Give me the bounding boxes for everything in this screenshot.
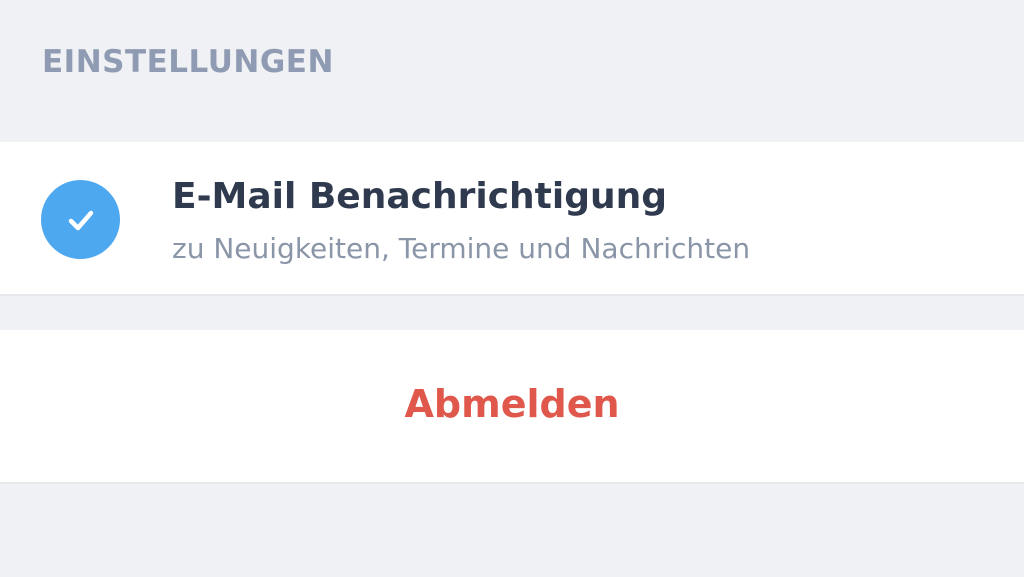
settings-section-header: EINSTELLUNGEN [42, 44, 334, 80]
email-notification-checkbox[interactable] [41, 180, 120, 259]
email-notification-subtitle: zu Neuigkeiten, Termine und Nachrichten [172, 232, 751, 265]
email-notification-row[interactable]: E-Mail Benachrichtigung zu Neuigkeiten, … [0, 142, 1024, 296]
logout-label: Abmelden [404, 382, 620, 426]
logout-button[interactable]: Abmelden [0, 330, 1024, 484]
checkmark-icon [68, 210, 93, 230]
email-notification-title: E-Mail Benachrichtigung [172, 176, 668, 217]
